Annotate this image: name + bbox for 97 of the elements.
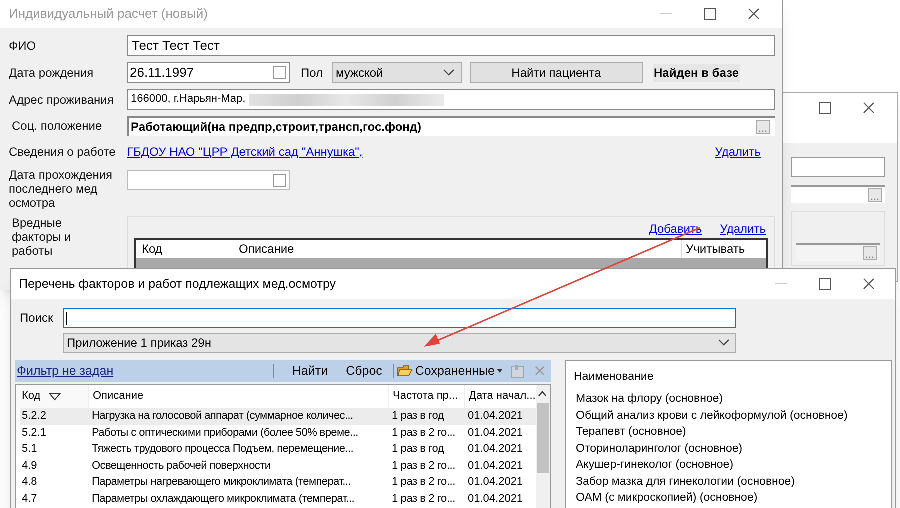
toolbar-button[interactable]: Найти — [283, 362, 338, 380]
dots-icon — [866, 256, 874, 259]
table-cell-text: 1 раз в год — [391, 442, 446, 457]
text-field[interactable] — [791, 157, 885, 177]
close-icon[interactable] — [863, 102, 875, 114]
dots-icon — [759, 130, 767, 133]
table-row[interactable]: 5.2.2 Нагрузка на голосовой аппарат (суммарное количес... 1 раз в год 01.04.2021 — [20, 408, 536, 424]
browse-button[interactable] — [756, 120, 770, 134]
list-item[interactable]: Мазок на флору (основное) — [574, 391, 891, 408]
browse-button[interactable] — [868, 188, 882, 202]
table-cell-text: Нагрузка на голосовой аппарат (суммарное количес... — [91, 409, 354, 424]
chevron-down-icon — [443, 68, 455, 76]
field-label: Соц. положение — [11, 118, 104, 135]
text-field[interactable] — [791, 185, 885, 203]
list-item[interactable]: Общий анализ крови с лейкоформулой (основное) — [574, 408, 891, 424]
folder-icon — [397, 364, 414, 378]
table-cell-text: 1 раз в год — [391, 409, 446, 424]
browse-button[interactable] — [863, 246, 877, 260]
table-cell-text: 01.04.2021 — [467, 409, 524, 424]
filter-dropdown[interactable]: Приложение 1 приказ 29н — [63, 333, 736, 353]
field-label: Пол — [301, 64, 324, 82]
sort-icon — [48, 392, 61, 400]
table-cell-text: 01.04.2021 — [467, 426, 524, 440]
text-field[interactable]: Тест Тест Тест — [127, 35, 775, 56]
filter-link[interactable]: Фильтр не задан — [17, 362, 114, 380]
close-icon[interactable] — [748, 8, 760, 20]
date-picker-button[interactable] — [273, 66, 286, 79]
date-field[interactable]: 26.11.1997 — [127, 62, 290, 83]
table-cell-text: 4.9 — [21, 458, 38, 474]
table-cell-text: 1 раз в 2 го... — [391, 458, 457, 474]
date-picker-button[interactable] — [273, 174, 286, 186]
table-cell-text: 01.04.2021 — [467, 442, 524, 457]
text-field[interactable]: 166000, г.Нарьян-Мар, — [127, 89, 775, 110]
date-field[interactable] — [127, 170, 290, 190]
field-label: Дата рождения — [9, 64, 95, 82]
text-field[interactable]: Работающий(на предпр,строит,трансп,гос.фонд) — [127, 116, 775, 136]
list-item[interactable]: Терапевт (основное) — [574, 424, 891, 441]
table-cell-text: 5.2.2 — [21, 409, 48, 424]
table-row[interactable]: 4.8 Параметры нагревающего микроклимата (температ... 1 раз в 2 го... 01.04.2021 — [20, 474, 536, 490]
field-label: Дата прохождения последнего мед осмотра — [9, 168, 114, 210]
table-cell-text: 5.2.1 — [21, 426, 48, 440]
add-link[interactable]: Добавить — [649, 220, 702, 238]
column-header: Наименование — [574, 370, 655, 385]
field-label: Вредные факторы и работы — [11, 216, 72, 258]
table-cell-text: 1 раз в 2 го... — [391, 426, 457, 440]
workplace-link[interactable]: ГБДОУ НАО "ЦРР Детский сад "Аннушка", — [127, 143, 363, 161]
table-cell-text: Параметры нагревающего микроклимата (температ... — [91, 475, 352, 490]
chevron-down-icon — [718, 339, 730, 347]
list-item[interactable]: Оториноларинголог (основное) — [574, 440, 891, 458]
column-header[interactable]: Код — [136, 240, 233, 258]
list-item[interactable]: Акушер-гинеколог (основное) — [574, 457, 891, 474]
status-text: Найден в базе — [653, 64, 740, 82]
close-icon[interactable] — [863, 278, 875, 290]
delete-link[interactable]: Удалить — [720, 220, 766, 238]
toolbar-button[interactable]: Сброс — [337, 362, 392, 380]
window-title: Перечень факторов и работ подлежащих мед.осмотру — [19, 276, 336, 293]
table-row[interactable]: 5.1 Тяжесть трудового процесса Подъем, перемещение... 1 раз в год 01.04.2021 — [20, 441, 536, 458]
saved-filters-button[interactable]: Сохраненные — [397, 362, 503, 380]
maximize-icon[interactable] — [819, 102, 831, 114]
delete-link[interactable]: Удалить — [715, 143, 761, 161]
column-header[interactable]: Описание — [233, 240, 681, 258]
find-patient-button[interactable]: Найти пациента — [470, 62, 643, 83]
list-item[interactable]: ОАМ (с микроскопией) (основное) — [574, 490, 891, 507]
maximize-icon[interactable] — [819, 278, 831, 290]
table-cell-text: Работы с оптическими приборами (более 50% време... — [91, 426, 360, 440]
text-field[interactable] — [796, 243, 880, 261]
save-icon[interactable] — [511, 364, 526, 378]
table-cell-text: 01.04.2021 — [467, 475, 524, 490]
table-cell-text: 5.1 — [21, 442, 38, 457]
window-title: Индивидуальный расчет (новый) — [9, 5, 208, 24]
table-cell-text: 4.8 — [21, 475, 38, 490]
table-cell-text: Тяжесть трудового процесса Подъем, перемещение... — [91, 442, 354, 457]
gender-dropdown[interactable]: мужской — [332, 62, 462, 83]
dots-icon — [871, 198, 879, 201]
field-label: ФИО — [9, 38, 38, 54]
search-field[interactable] — [63, 308, 736, 328]
table-cell-text: 01.04.2021 — [467, 492, 524, 506]
field-label: Поиск — [20, 310, 54, 327]
table-row[interactable]: 4.9 Освещенность рабочей поверхности 1 раз в 2 го... 01.04.2021 — [20, 458, 536, 474]
field-label: Сведения о работе — [9, 144, 117, 161]
table-row[interactable]: 5.2.1 Работы с оптическими приборами (более 50% време... 1 раз в 2 го... 01.04.2021 — [20, 424, 536, 441]
table-cell-text: Освещенность рабочей поверхности — [91, 458, 272, 474]
maximize-icon[interactable] — [704, 8, 716, 20]
column-header[interactable]: Учитывать — [681, 240, 766, 258]
column-header[interactable]: Дата начал... — [464, 385, 536, 408]
caret-icon — [497, 369, 503, 373]
table-cell-text: Параметры охлаждающего микроклимата (температ... — [91, 492, 356, 506]
scrollbar[interactable] — [536, 385, 550, 508]
table-row[interactable]: 4.7 Параметры охлаждающего микроклимата (температ... 1 раз в 2 го... 01.04.2021 — [20, 490, 536, 507]
field-label: Адрес проживания — [9, 92, 115, 108]
table-cell-text: 1 раз в 2 го... — [391, 492, 457, 506]
table-cell-text: 4.7 — [21, 492, 38, 506]
scroll-up-icon[interactable] — [538, 391, 548, 397]
list-item[interactable]: Забор мазка для гинекологии (основное) — [574, 474, 891, 490]
table-cell-text: 1 раз в 2 го... — [391, 475, 457, 490]
column-header[interactable]: Код — [16, 385, 88, 408]
table-cell-text: 01.04.2021 — [467, 458, 524, 474]
